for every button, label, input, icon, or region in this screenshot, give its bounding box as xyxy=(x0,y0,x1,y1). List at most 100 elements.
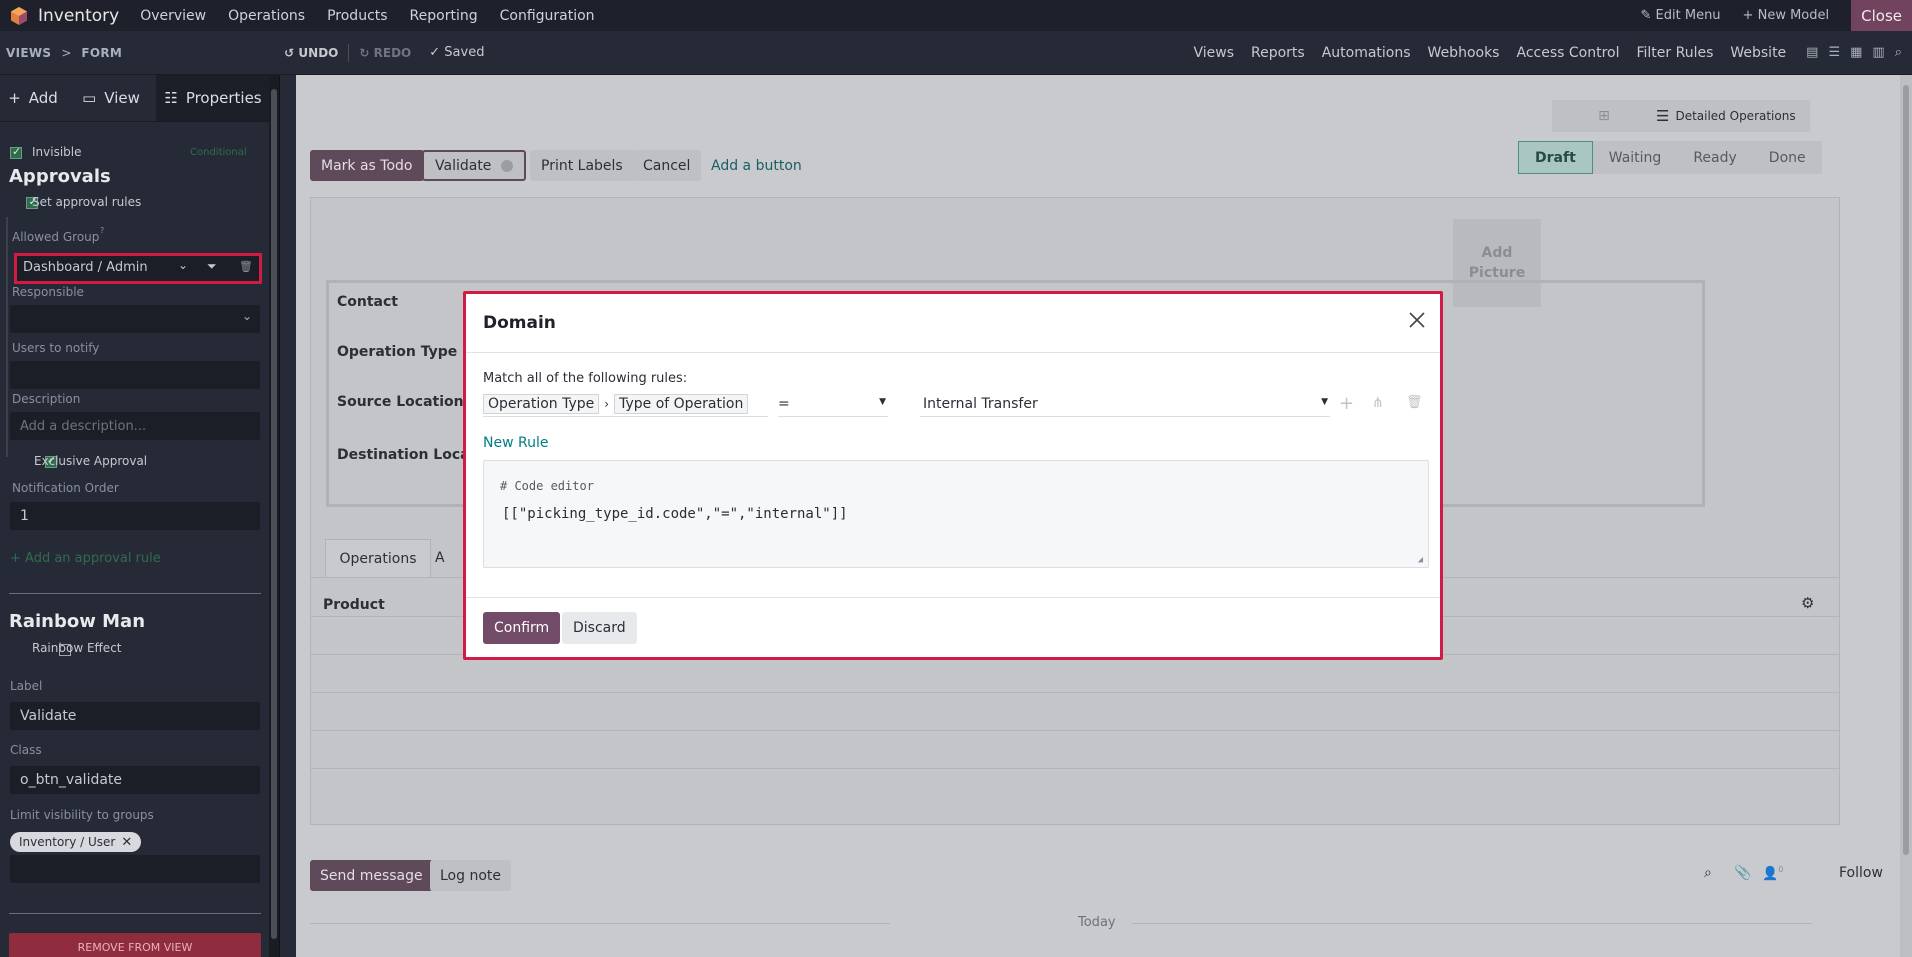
column-settings-icon[interactable]: ⚙ xyxy=(1801,594,1814,612)
paperclip-icon[interactable]: 📎 xyxy=(1734,865,1751,881)
sidebar-scrollbar[interactable] xyxy=(269,75,279,957)
exclusive-approval-label: Exclusive Approval xyxy=(34,454,148,468)
responsible-select[interactable]: ⌄ xyxy=(10,305,260,333)
nav-reports[interactable]: Reports xyxy=(1251,45,1305,61)
add-a-button-link[interactable]: Add a button xyxy=(700,150,813,181)
code-editor-comment: # Code editor xyxy=(500,479,594,493)
nav-automations[interactable]: Automations xyxy=(1322,45,1411,61)
allowed-group-value: Dashboard / Admin xyxy=(23,260,148,275)
validate-button[interactable]: Validate xyxy=(422,150,527,181)
status-done[interactable]: Done xyxy=(1752,141,1822,174)
tab-add[interactable]: + Add xyxy=(0,75,66,121)
view-options: ⊞ ☰ Detailed Operations xyxy=(1552,100,1810,132)
status-draft[interactable]: Draft xyxy=(1518,141,1593,174)
close-icon[interactable] xyxy=(1406,309,1428,331)
approvals-title: Approvals xyxy=(9,166,111,187)
close-studio-button[interactable]: Close xyxy=(1851,0,1912,31)
send-message-button[interactable]: Send message xyxy=(310,860,433,891)
plus-icon: + xyxy=(1742,8,1754,23)
filter-icon[interactable]: ⏷ xyxy=(207,259,217,274)
search-icon[interactable]: ⌕ xyxy=(1704,865,1712,881)
new-model-link[interactable]: + New Model xyxy=(1743,8,1830,23)
domain-code: [["picking_type_id.code","=","internal"]… xyxy=(502,506,848,522)
follow-button[interactable]: Follow xyxy=(1839,865,1883,881)
allowed-group-select[interactable]: Dashboard / Admin ⌄ ⏷ 🗑 xyxy=(14,253,262,284)
rule-operator-select[interactable]: = ▼ xyxy=(778,391,888,417)
studio-sidebar: +Add ▭View ☷Properties Invisible Conditi… xyxy=(0,75,280,957)
rule-value-select[interactable]: Internal Transfer ▼ xyxy=(920,391,1330,417)
rule-path-field[interactable]: Operation Type › Type of Operation xyxy=(483,391,768,417)
breadcrumb-views[interactable]: VIEWS xyxy=(6,46,51,60)
kanban-view-icon[interactable]: ▦ xyxy=(1850,45,1862,60)
menu-reporting[interactable]: Reporting xyxy=(410,8,478,24)
chevron-right-icon: › xyxy=(604,396,610,411)
code-editor[interactable]: # Code editor [["picking_type_id.code","… xyxy=(483,460,1429,568)
operator-value: = xyxy=(778,396,790,412)
conditional-link[interactable]: Conditional xyxy=(190,147,247,158)
menu-operations[interactable]: Operations xyxy=(228,8,305,24)
help-icon[interactable]: ? xyxy=(100,226,104,235)
pencil-icon: ✎ xyxy=(1640,8,1652,23)
new-rule-link[interactable]: New Rule xyxy=(483,435,548,451)
log-note-button[interactable]: Log note xyxy=(430,860,511,891)
remove-tag-icon[interactable]: ✕ xyxy=(121,835,132,850)
properties-icon: ☷ xyxy=(164,89,178,107)
confirm-button[interactable]: Confirm xyxy=(483,612,561,644)
toolbar-divider xyxy=(348,43,350,62)
nav-webhooks[interactable]: Webhooks xyxy=(1428,45,1500,61)
notification-order-input[interactable]: 1 xyxy=(10,502,260,530)
add-widget-icon[interactable]: ⊞ xyxy=(1552,100,1656,132)
detailed-operations-button[interactable]: ☰ Detailed Operations xyxy=(1656,100,1810,132)
followers-icon[interactable]: 👤0 xyxy=(1762,865,1783,881)
branch-icon[interactable]: ⋔ xyxy=(1372,395,1384,411)
invisible-checkbox[interactable] xyxy=(10,145,22,159)
users-to-notify-input[interactable] xyxy=(10,361,260,389)
edit-menu-link[interactable]: ✎ Edit Menu xyxy=(1641,8,1721,23)
description-input[interactable]: Add a description... xyxy=(10,412,260,440)
divider xyxy=(9,913,261,914)
undo-button[interactable]: ↺ UNDO xyxy=(284,46,338,60)
add-approval-rule-link[interactable]: + Add an approval rule xyxy=(10,551,161,566)
inventory-app-icon[interactable] xyxy=(9,6,29,26)
saved-indicator: ✓ Saved xyxy=(429,45,485,60)
resize-handle-icon[interactable]: ◢ xyxy=(1418,555,1423,565)
remove-from-view-button[interactable]: REMOVE FROM VIEW xyxy=(9,933,261,957)
groups-input[interactable] xyxy=(10,855,260,883)
trash-icon[interactable]: 🗑 xyxy=(1406,395,1423,410)
list-view-icon[interactable]: ☰ xyxy=(1828,45,1840,60)
nav-filter-rules[interactable]: Filter Rules xyxy=(1636,45,1713,61)
search-view-icon[interactable]: ⌕ xyxy=(1895,45,1902,60)
cancel-button[interactable]: Cancel xyxy=(632,150,702,181)
main-scrollbar[interactable] xyxy=(1900,75,1912,957)
calendar-view-icon[interactable]: ▥ xyxy=(1872,45,1884,60)
nav-views[interactable]: Views xyxy=(1193,45,1234,61)
status-waiting[interactable]: Waiting xyxy=(1592,141,1678,174)
path-chip-type-of-operation: Type of Operation xyxy=(614,393,749,414)
print-labels-button[interactable]: Print Labels xyxy=(530,150,634,181)
discard-button[interactable]: Discard xyxy=(562,612,637,644)
class-input[interactable]: o_btn_validate xyxy=(10,766,260,794)
app-name[interactable]: Inventory xyxy=(38,6,119,26)
nav-website[interactable]: Website xyxy=(1730,45,1786,61)
top-navbar: Inventory Overview Operations Products R… xyxy=(0,0,1912,31)
tab-properties[interactable]: ☷ Properties xyxy=(156,75,270,121)
nav-access-control[interactable]: Access Control xyxy=(1516,45,1619,61)
tab-additional-info[interactable]: A xyxy=(435,539,465,577)
trash-icon[interactable]: 🗑 xyxy=(239,260,253,273)
label-input[interactable]: Validate xyxy=(10,702,260,730)
caret-down-icon: ▼ xyxy=(879,397,886,407)
rule-value: Internal Transfer xyxy=(923,396,1038,412)
redo-icon: ↻ xyxy=(359,45,370,60)
invisible-label: Invisible xyxy=(32,145,82,159)
redo-button[interactable]: ↻ REDO xyxy=(359,46,411,60)
chevron-down-icon: ⌄ xyxy=(178,258,189,272)
status-ready[interactable]: Ready xyxy=(1677,141,1753,174)
tab-view[interactable]: ▭ View xyxy=(66,75,156,121)
mark-as-todo-button[interactable]: Mark as Todo xyxy=(310,150,424,181)
menu-configuration[interactable]: Configuration xyxy=(500,8,595,24)
menu-overview[interactable]: Overview xyxy=(140,8,206,24)
tab-operations[interactable]: Operations xyxy=(325,539,431,577)
form-view-icon[interactable]: ▤ xyxy=(1806,45,1818,60)
menu-products[interactable]: Products xyxy=(327,8,387,24)
add-rule-icon[interactable]: + xyxy=(1339,393,1354,414)
